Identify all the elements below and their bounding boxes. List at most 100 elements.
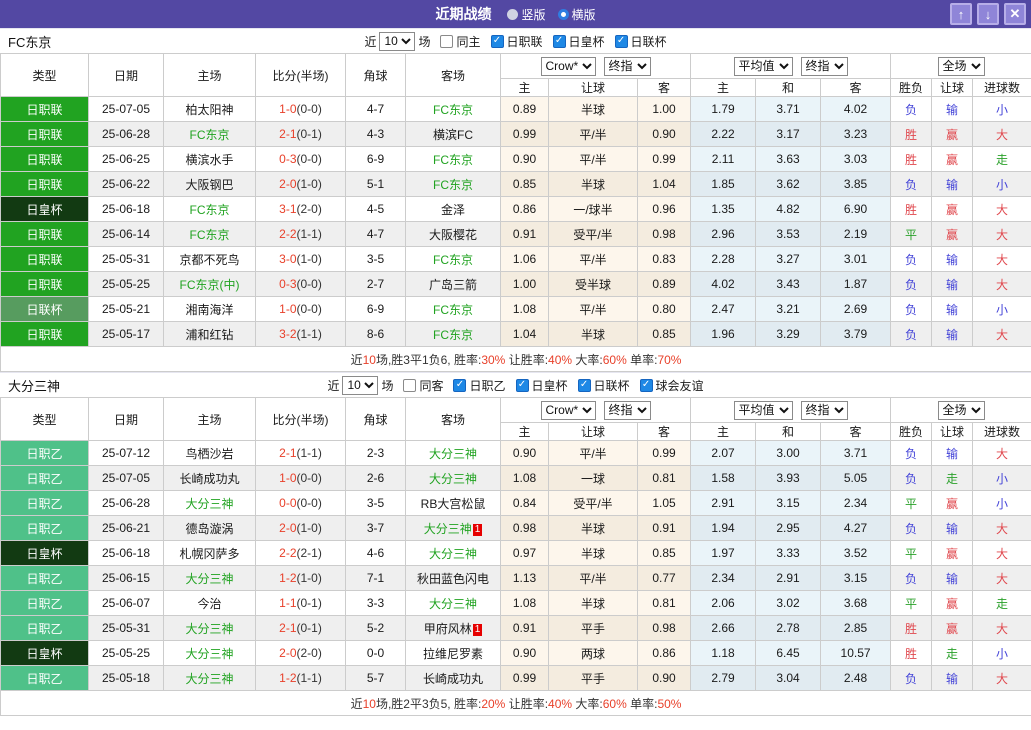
league-checkbox-2[interactable]: ✓: [553, 35, 566, 48]
odds-stage-select[interactable]: 终指: [604, 401, 651, 420]
sub-column-header: 主: [691, 423, 756, 441]
league-label: 日联杯: [594, 377, 630, 394]
match-score: 1-1(0-1): [256, 591, 346, 616]
match-date: 25-07-05: [89, 97, 164, 122]
up-arrow-icon: ↑: [958, 7, 965, 22]
sub-column-header: 让球: [549, 423, 638, 441]
away-team: 大分三神: [406, 541, 501, 566]
scroll-down-button[interactable]: ↓: [977, 3, 999, 25]
corner-score: 7-1: [346, 566, 406, 591]
fulltime-score: 2-1: [279, 446, 296, 460]
away-team-name: FC东京: [433, 103, 473, 117]
match-count-select[interactable]: 10: [379, 32, 415, 51]
away-team: 大分三神: [406, 466, 501, 491]
avg-home: 2.79: [691, 666, 756, 691]
corner-score: 2-6: [346, 466, 406, 491]
fulltime-score: 1-2: [279, 671, 296, 685]
result-goals: 走: [973, 147, 1031, 172]
fulltime-score: 0-0: [279, 496, 296, 510]
result-handicap: 赢: [932, 197, 973, 222]
result-outcome: 胜: [891, 641, 932, 666]
column-header: 角球: [346, 398, 406, 441]
home-team: 大分三神: [164, 641, 256, 666]
avg-away: 2.48: [821, 666, 891, 691]
odds-away: 0.85: [638, 541, 691, 566]
close-button[interactable]: ✕: [1004, 3, 1026, 25]
avg-home: 2.06: [691, 591, 756, 616]
avg-away: 3.68: [821, 591, 891, 616]
scope-select[interactable]: 全场: [938, 401, 985, 420]
match-count-select[interactable]: 10: [342, 376, 378, 395]
home-team: 柏太阳神: [164, 97, 256, 122]
odds-away: 0.80: [638, 297, 691, 322]
match-date: 25-06-28: [89, 491, 164, 516]
down-arrow-icon: ↓: [985, 7, 992, 22]
match-score: 1-2(1-0): [256, 566, 346, 591]
match-score: 2-2(2-1): [256, 541, 346, 566]
odds-stage-select[interactable]: 终指: [604, 57, 651, 76]
league-checkbox-3[interactable]: ✓: [578, 379, 591, 392]
same-venue-checkbox[interactable]: [440, 35, 453, 48]
home-team-name: 大分三神: [185, 672, 233, 686]
league-checkbox-1[interactable]: ✓: [491, 35, 504, 48]
team-sections: FC东京近10场同主✓日职联✓日皇杯✓日联杯类型日期主场比分(半场)角球客场Cr…: [0, 28, 1031, 716]
home-team: 浦和红钻: [164, 322, 256, 347]
odds-away: 1.05: [638, 491, 691, 516]
summary-near: 近: [351, 353, 363, 367]
league-label: 日职乙: [469, 377, 505, 394]
home-team: FC东京: [164, 197, 256, 222]
odds-home: 0.90: [501, 441, 549, 466]
average-stage-select[interactable]: 终指: [801, 57, 848, 76]
avg-home: 2.22: [691, 122, 756, 147]
sub-column-header: 胜负: [891, 423, 932, 441]
result-outcome: 负: [891, 466, 932, 491]
sub-column-header: 让球: [549, 79, 638, 97]
odds-home: 0.85: [501, 172, 549, 197]
team-name-label: FC东京: [8, 32, 51, 51]
layout-radio-vertical[interactable]: 竖版: [507, 6, 545, 23]
avg-away: 3.01: [821, 247, 891, 272]
same-venue-checkbox[interactable]: [403, 379, 416, 392]
odds-away: 0.81: [638, 466, 691, 491]
away-team: RB大宫松鼠: [406, 491, 501, 516]
away-team-name: 大分三神: [424, 522, 472, 536]
avg-away: 2.34: [821, 491, 891, 516]
layout-radio-horizontal[interactable]: 横版: [558, 6, 596, 23]
league-checkbox-2[interactable]: ✓: [516, 379, 529, 392]
home-team-name: FC东京: [190, 128, 230, 142]
type-badge: 日职乙: [1, 466, 89, 491]
page-title: 近期战绩: [435, 4, 491, 24]
away-team-name: 金泽: [441, 203, 465, 217]
league-checkbox-4[interactable]: ✓: [640, 379, 653, 392]
avg-away: 3.15: [821, 566, 891, 591]
fulltime-score: 2-1: [279, 127, 296, 141]
match-score: 3-0(1-0): [256, 247, 346, 272]
avg-home: 1.18: [691, 641, 756, 666]
away-team: 甲府风林1: [406, 616, 501, 641]
average-select[interactable]: 平均值: [734, 401, 793, 420]
scope-select[interactable]: 全场: [938, 57, 985, 76]
scroll-up-button[interactable]: ↑: [950, 3, 972, 25]
match-score: 1-0(0-0): [256, 466, 346, 491]
type-badge: 日职乙: [1, 491, 89, 516]
avg-draw: 3.00: [756, 441, 821, 466]
league-checkbox-3[interactable]: ✓: [615, 35, 628, 48]
away-team-name: 大分三神: [429, 472, 477, 486]
odds-source-select[interactable]: Crow*: [541, 401, 596, 420]
away-team: 大分三神: [406, 441, 501, 466]
result-outcome: 平: [891, 591, 932, 616]
average-stage-select[interactable]: 终指: [801, 401, 848, 420]
home-team-name: 大分三神: [185, 572, 233, 586]
league-checkbox-1[interactable]: ✓: [453, 379, 466, 392]
match-date: 25-05-21: [89, 297, 164, 322]
type-badge: 日皇杯: [1, 641, 89, 666]
result-handicap: 输: [932, 247, 973, 272]
average-select[interactable]: 平均值: [734, 57, 793, 76]
odds-home: 0.99: [501, 666, 549, 691]
match-row: 日皇杯25-05-25大分三神2-0(2-0)0-0拉维尼罗素0.90两球0.8…: [1, 641, 1031, 666]
odds-source-select[interactable]: Crow*: [541, 57, 596, 76]
filter-bar: FC东京近10场同主✓日职联✓日皇杯✓日联杯: [0, 28, 1031, 53]
odds-away: 0.83: [638, 247, 691, 272]
avg-away: 2.19: [821, 222, 891, 247]
column-header: 类型: [1, 54, 89, 97]
